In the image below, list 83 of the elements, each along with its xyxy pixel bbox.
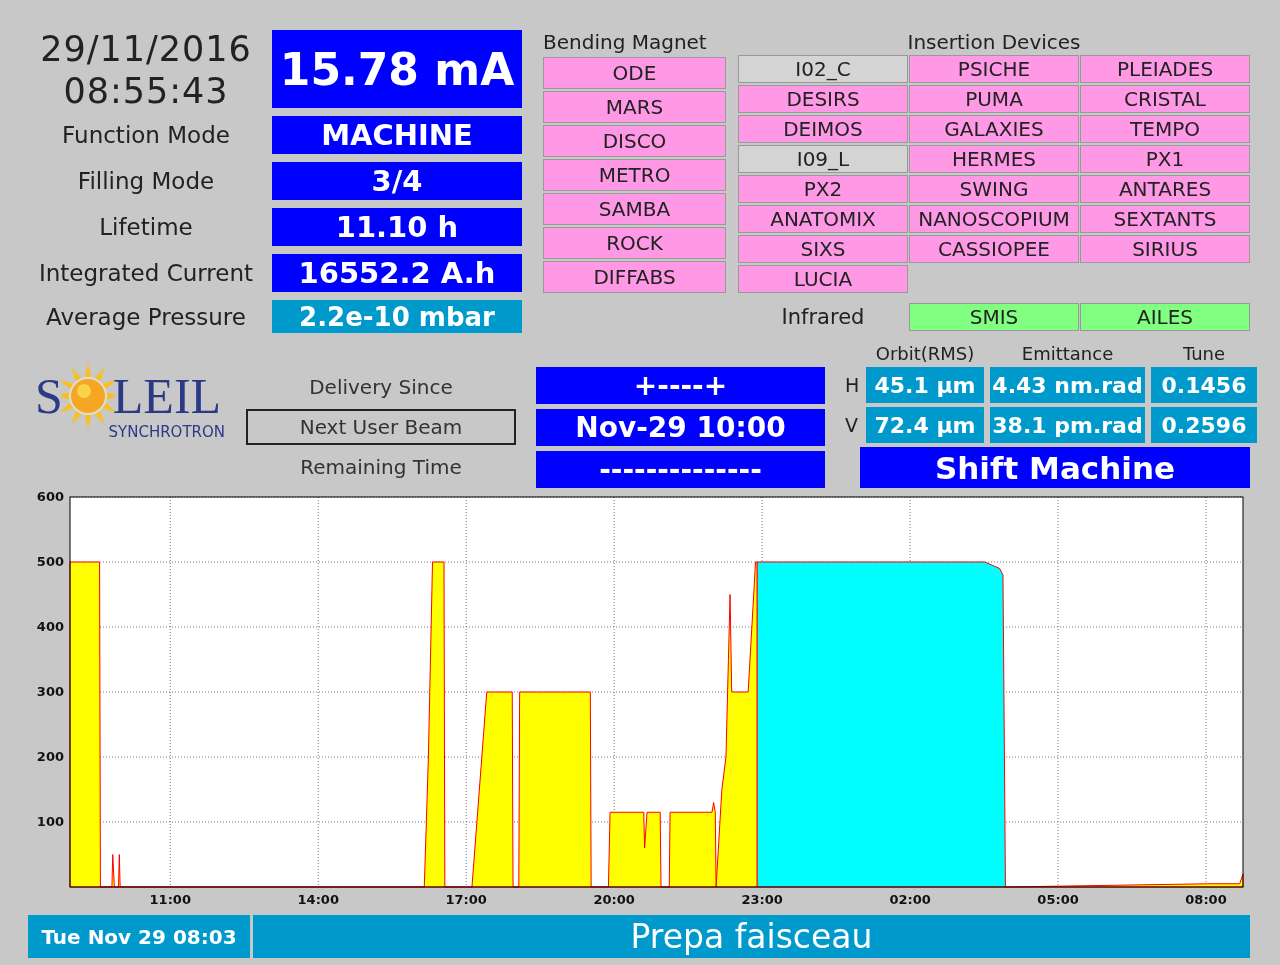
measurement-value: 72.4 µm: [866, 407, 984, 443]
beamline-tile: CASSIOPEE: [909, 235, 1079, 263]
beamline-tile: PLEIADES: [1080, 55, 1250, 83]
parameter-label: Function Mode: [61, 121, 231, 150]
measurement-value: 38.1 pm.rad: [990, 407, 1145, 443]
delivery-label: Delivery Since: [308, 374, 454, 401]
beamline-tile: DIFFABS: [543, 261, 726, 293]
beamline-tile: METRO: [543, 159, 726, 191]
date-time: 29/11/2016 08:55:43: [39, 28, 253, 108]
section-title: Bending Magnet: [543, 30, 708, 54]
beamline-tile: GALAXIES: [909, 115, 1079, 143]
beamline-tile: PSICHE: [909, 55, 1079, 83]
parameter-label: Filling Mode: [76, 167, 216, 196]
parameter-value: MACHINE: [272, 116, 522, 154]
beamline-tile: AILES: [1080, 303, 1250, 331]
beamline-tile: ROCK: [543, 227, 726, 259]
logo-letter: S: [35, 370, 63, 422]
delivery-label: Next User Beam: [246, 409, 516, 445]
beamline-tile: DISCO: [543, 125, 726, 157]
beamline-tile: PUMA: [909, 85, 1079, 113]
beamline-tile: I09_L: [738, 145, 908, 173]
parameter-value: 16552.2 A.h: [272, 254, 522, 292]
status-message: Prepa faisceau: [253, 915, 1250, 958]
y-tick-label: 400: [36, 619, 64, 634]
beamline-tile: PX2: [738, 175, 908, 203]
logo-subtitle: SYNCHROTRON: [107, 423, 225, 441]
beamline-tile: SEXTANTS: [1080, 205, 1250, 233]
measurement-value: 4.43 nm.rad: [990, 367, 1145, 403]
beamline-tile: I02_C: [738, 55, 908, 83]
x-tick-label: 14:00: [297, 892, 339, 907]
delivery-label: Remaining Time: [299, 454, 463, 481]
parameter-label: Integrated Current: [37, 259, 255, 288]
beamline-tile: HERMES: [909, 145, 1079, 173]
beamline-tile: DESIRS: [738, 85, 908, 113]
y-tick-label: 300: [36, 684, 64, 699]
y-tick-label: 100: [36, 814, 64, 829]
parameter-value: 3/4: [272, 162, 522, 200]
column-header: Tune: [1181, 345, 1227, 363]
logo-wordmark: LEIL: [112, 370, 222, 422]
infrared-label: Infrared: [780, 304, 866, 331]
row-label: V: [845, 413, 859, 438]
measurement-value: 0.1456: [1151, 367, 1257, 403]
shift-status: Shift Machine: [860, 447, 1250, 488]
parameter-value: 11.10 h: [272, 208, 522, 246]
x-tick-label: 23:00: [741, 892, 783, 907]
delivery-value: +----+: [536, 367, 825, 404]
beamline-tile: TEMPO: [1080, 115, 1250, 143]
column-header: Emittance: [1020, 345, 1115, 363]
beamline-tile: SWING: [909, 175, 1079, 203]
beam-current-value: 15.78 mA: [272, 30, 522, 108]
beamline-tile: SMIS: [909, 303, 1079, 331]
x-tick-label: 17:00: [445, 892, 487, 907]
delivery-value: --------------: [536, 451, 825, 488]
beamline-tile: CRISTAL: [1080, 85, 1250, 113]
parameter-label: Average Pressure: [45, 302, 247, 332]
beamline-tile: PX1: [1080, 145, 1250, 173]
beamline-tile: SAMBA: [543, 193, 726, 225]
row-label: H: [845, 373, 860, 398]
parameter-value: 2.2e-10 mbar: [272, 300, 522, 333]
beamline-tile: ANTARES: [1080, 175, 1250, 203]
beamline-tile: LUCIA: [738, 265, 908, 293]
y-tick-label: 600: [36, 490, 64, 504]
x-tick-label: 20:00: [593, 892, 635, 907]
status-date: Tue Nov 29 08:03: [28, 915, 250, 958]
x-tick-label: 11:00: [149, 892, 191, 907]
y-tick-label: 200: [36, 749, 64, 764]
beamline-tile: NANOSCOPIUM: [909, 205, 1079, 233]
beamline-tile: MARS: [543, 91, 726, 123]
y-tick-label: 500: [36, 554, 64, 569]
beamline-tile: ANATOMIX: [738, 205, 908, 233]
measurement-value: 45.1 µm: [866, 367, 984, 403]
parameter-label: Lifetime: [98, 213, 194, 242]
section-title: Insertion Devices: [906, 30, 1082, 54]
beamline-tile: SIRIUS: [1080, 235, 1250, 263]
beamline-tile: SIXS: [738, 235, 908, 263]
beamline-tile: DEIMOS: [738, 115, 908, 143]
delivery-value: Nov-29 10:00: [536, 409, 825, 446]
column-header: Orbit(RMS): [874, 345, 976, 363]
x-tick-label: 02:00: [889, 892, 931, 907]
beamline-tile: ODE: [543, 57, 726, 89]
measurement-value: 0.2596: [1151, 407, 1257, 443]
x-tick-label: 05:00: [1037, 892, 1079, 907]
x-tick-label: 08:00: [1185, 892, 1227, 907]
